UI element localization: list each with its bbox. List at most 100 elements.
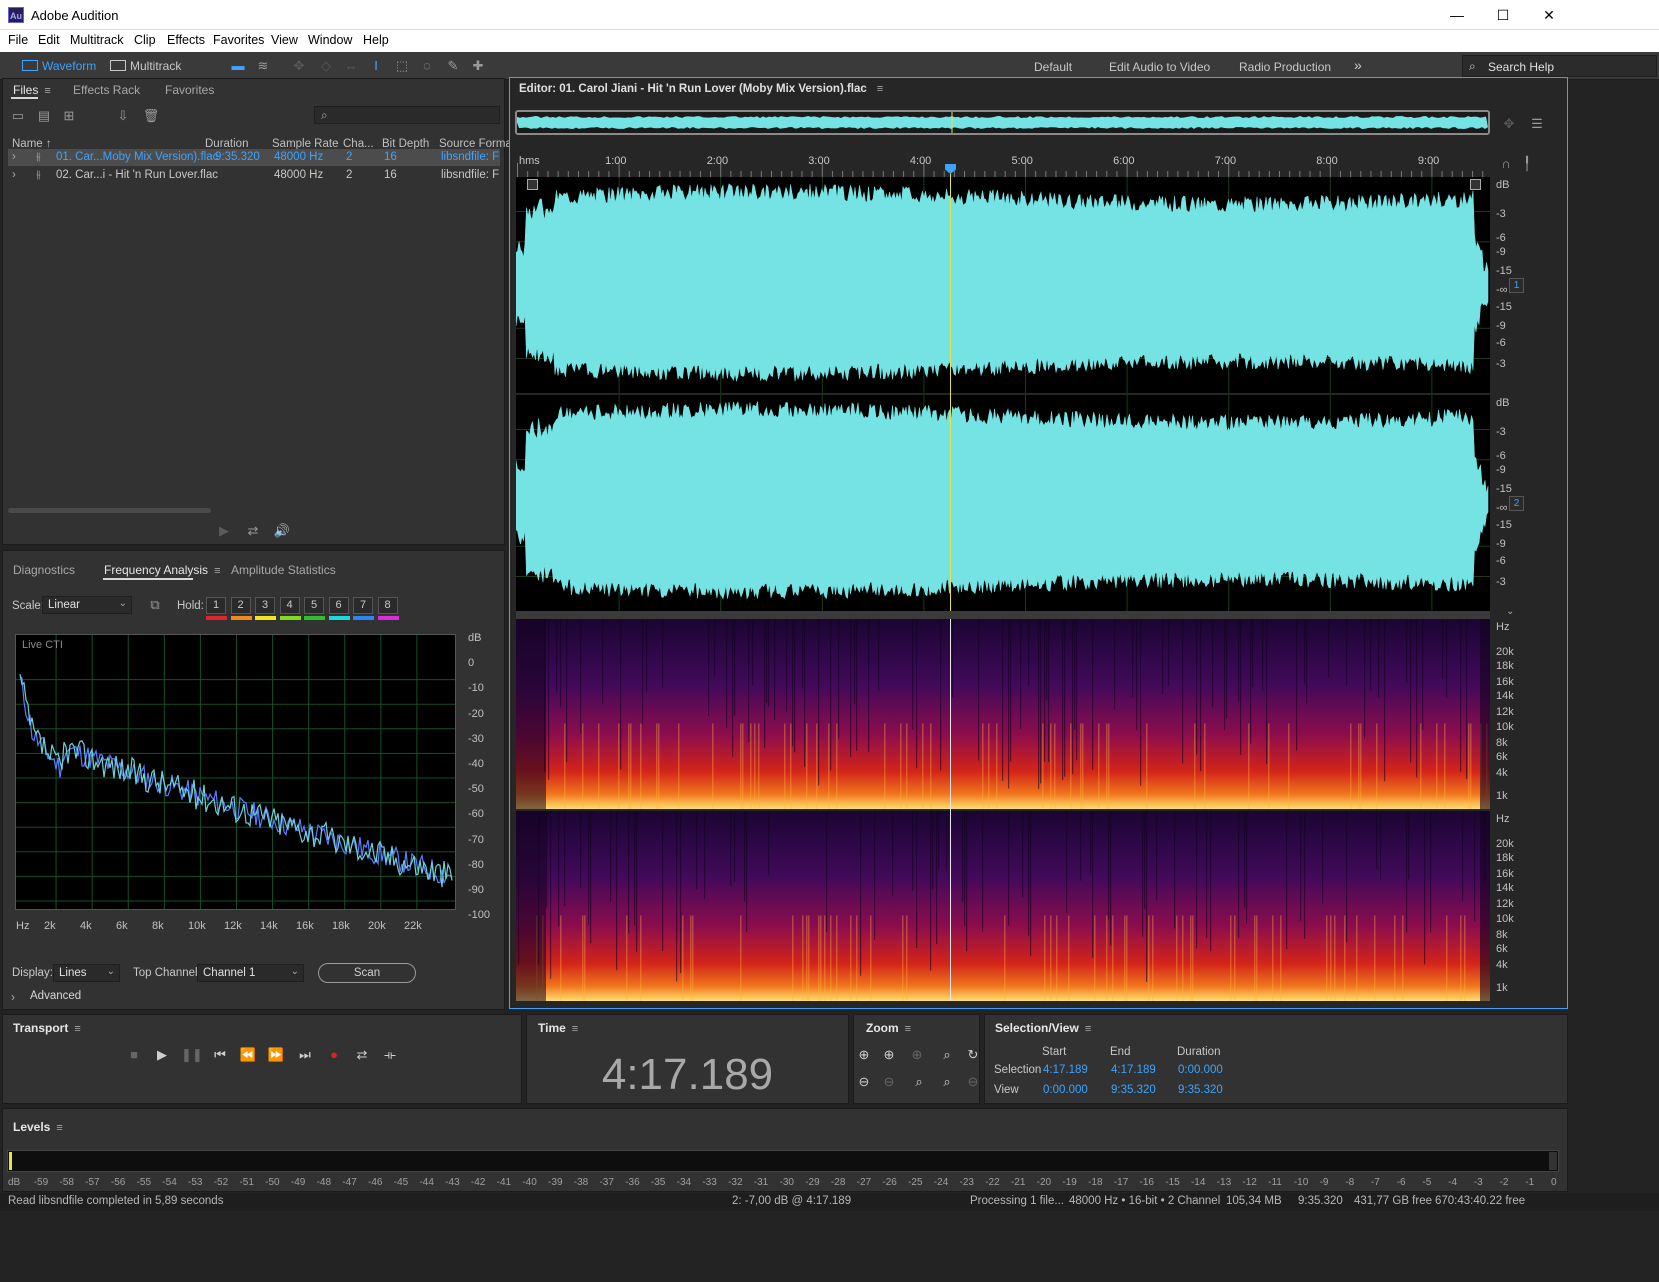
auto-play-icon[interactable]: 🔊 (273, 523, 291, 539)
copy-icon[interactable]: ⧉ (146, 597, 164, 613)
hold-button-8[interactable]: 8 (377, 597, 398, 614)
hold-button-6[interactable]: 6 (328, 597, 349, 614)
move-tool-icon[interactable]: ✥ (290, 58, 308, 74)
menu-multitrack[interactable]: Multitrack (70, 33, 123, 47)
workspace-radio-production[interactable]: Radio Production (1239, 60, 1331, 74)
spectral-channel-1[interactable] (516, 619, 1490, 809)
spectral-pitch-icon[interactable]: ≋ (254, 58, 272, 74)
panel-menu-icon[interactable]: ≡ (1085, 1023, 1095, 1035)
view-end[interactable]: 9:35.320 (1111, 1084, 1156, 1096)
brush-tool-icon[interactable]: ✎ (444, 58, 462, 74)
channel-2-toggle[interactable]: 2 (1509, 496, 1524, 511)
fade-out-handle-icon[interactable] (1470, 179, 1481, 190)
panel-menu-icon[interactable]: ≡ (44, 85, 54, 97)
panel-menu-icon[interactable]: ≡ (877, 83, 887, 95)
marquee-tool-icon[interactable]: ⬚ (393, 58, 411, 74)
view-duration[interactable]: 9:35.320 (1178, 1084, 1223, 1096)
move-to-previous-icon[interactable]: ⏮ (210, 1047, 230, 1063)
zoom-to-selection-icon[interactable]: ✥ (1500, 116, 1518, 132)
files-search-input[interactable]: ⌕ (314, 106, 500, 124)
panel-menu-icon[interactable]: ≡ (214, 565, 224, 577)
maximize-button[interactable]: ☐ (1480, 0, 1526, 30)
advanced-expand-icon[interactable]: › (11, 990, 15, 1004)
zoom-in-time-icon[interactable]: ⊕ (880, 1047, 898, 1063)
play-preview-icon[interactable]: ▶ (215, 523, 233, 539)
playhead-line[interactable] (950, 166, 951, 611)
zoom-out-full-icon[interactable]: ⌕ (910, 1074, 928, 1090)
fade-in-handle-icon[interactable] (527, 179, 538, 190)
waveform-channel-2[interactable] (516, 395, 1490, 611)
minimize-button[interactable]: — (1434, 0, 1480, 30)
view-menu-icon[interactable]: ☰ (1528, 116, 1546, 132)
zoom-out-amplitude-icon[interactable]: ⊖ (855, 1074, 873, 1090)
hold-button-3[interactable]: 3 (255, 597, 275, 614)
open-file-icon[interactable]: ▭ (9, 108, 27, 124)
menu-effects[interactable]: Effects (167, 33, 205, 47)
zoom-fit-icon[interactable]: ⌕ (938, 1074, 956, 1090)
tab-frequency-analysis[interactable]: Frequency Analysis ≡ (104, 563, 224, 577)
overview-navigator[interactable] (515, 110, 1490, 135)
lasso-tool-icon[interactable]: ◌ (418, 58, 436, 74)
close-button[interactable]: ✕ (1526, 0, 1572, 30)
panel-menu-icon[interactable]: ≡ (56, 1122, 66, 1134)
headphones-icon[interactable]: ∩ (1497, 156, 1515, 172)
top-channel-dropdown[interactable]: Channel 1 ⌄ (197, 964, 304, 982)
hold-button-5[interactable]: 5 (304, 597, 324, 614)
zoom-out-time-icon[interactable]: ⊖ (880, 1074, 898, 1090)
rewind-icon[interactable]: ⏪ (238, 1047, 258, 1063)
table-row[interactable]: › ⫳ 01. Car...Moby Mix Version).flac 9:3… (8, 149, 500, 166)
fast-forward-icon[interactable]: ⏩ (266, 1047, 286, 1063)
skip-selection-icon[interactable]: ⟛ (380, 1047, 400, 1063)
pause-icon[interactable]: ❚❚ (181, 1047, 203, 1063)
menu-help[interactable]: Help (363, 33, 389, 47)
scale-dropdown[interactable]: Linear ⌄ (42, 596, 132, 614)
advanced-label[interactable]: Advanced (30, 990, 81, 1002)
delete-file-icon[interactable]: 🗑 (142, 108, 160, 124)
tab-files[interactable]: Files ≡ (13, 83, 54, 97)
hold-button-4[interactable]: 4 (279, 597, 300, 614)
selection-end[interactable]: 4:17.189 (1111, 1064, 1156, 1076)
table-row[interactable]: › ⫳ 02. Car...i - Hit 'n Run Lover.flac … (8, 167, 500, 184)
spot-healing-icon[interactable]: ✚ (469, 58, 487, 74)
menu-window[interactable]: Window (308, 33, 352, 47)
move-to-next-icon[interactable]: ⏭ (295, 1047, 315, 1063)
hold-button-7[interactable]: 7 (353, 597, 373, 614)
loop-preview-icon[interactable]: ⇄ (244, 523, 262, 539)
selection-start[interactable]: 4:17.189 (1043, 1064, 1088, 1076)
zoom-out-point-icon[interactable]: ⊖ (964, 1074, 982, 1090)
files-scrollbar[interactable] (8, 508, 211, 513)
spectral-display-icon[interactable]: ▬ (229, 58, 247, 74)
menu-favorites[interactable]: Favorites (213, 33, 264, 47)
channel-1-toggle[interactable]: 1 (1509, 278, 1524, 293)
menu-clip[interactable]: Clip (134, 33, 156, 47)
display-divider[interactable] (516, 611, 1490, 619)
panel-menu-icon[interactable]: ≡ (74, 1023, 84, 1035)
spectral-channel-2[interactable] (516, 811, 1490, 1001)
more-workspaces-button[interactable]: » (1354, 57, 1362, 73)
level-meter-clip-indicator[interactable] (1549, 1152, 1557, 1170)
slip-tool-icon[interactable]: ↔ (342, 58, 360, 74)
import-file-icon[interactable]: ▤ (35, 108, 53, 124)
zoom-selection-icon[interactable]: ⌕ (938, 1047, 956, 1063)
time-ruler[interactable] (516, 153, 1490, 177)
panel-menu-icon[interactable]: ≡ (905, 1023, 915, 1035)
tab-favorites[interactable]: Favorites (165, 83, 214, 97)
time-display[interactable]: 4:17.189 (526, 1050, 849, 1100)
display-dropdown[interactable]: Lines ⌄ (53, 964, 120, 982)
menu-edit[interactable]: Edit (38, 33, 60, 47)
insert-into-multitrack-icon[interactable]: ⇩ (114, 108, 132, 124)
editor-title[interactable]: Editor: 01. Carol Jiani - Hit 'n Run Lov… (519, 83, 887, 95)
tab-diagnostics[interactable]: Diagnostics (13, 563, 75, 577)
hold-button-1[interactable]: 1 (206, 597, 226, 614)
panel-menu-icon[interactable]: ≡ (572, 1023, 582, 1035)
record-icon[interactable]: ● (324, 1047, 344, 1063)
multitrack-view-button[interactable]: Multitrack (106, 56, 181, 76)
loop-playback-icon[interactable]: ⇄ (352, 1047, 372, 1063)
zoom-in-amplitude-icon[interactable]: ⊕ (855, 1047, 873, 1063)
expand-icon[interactable]: › (12, 151, 16, 163)
workspace-edit-audio-to-video[interactable]: Edit Audio to Video (1109, 60, 1210, 74)
expand-icon[interactable]: › (12, 169, 16, 181)
stop-icon[interactable]: ■ (124, 1047, 144, 1063)
search-help-field[interactable]: ⌕ Search Help (1462, 55, 1657, 77)
zoom-in-point-icon[interactable]: ⊕ (908, 1047, 926, 1063)
